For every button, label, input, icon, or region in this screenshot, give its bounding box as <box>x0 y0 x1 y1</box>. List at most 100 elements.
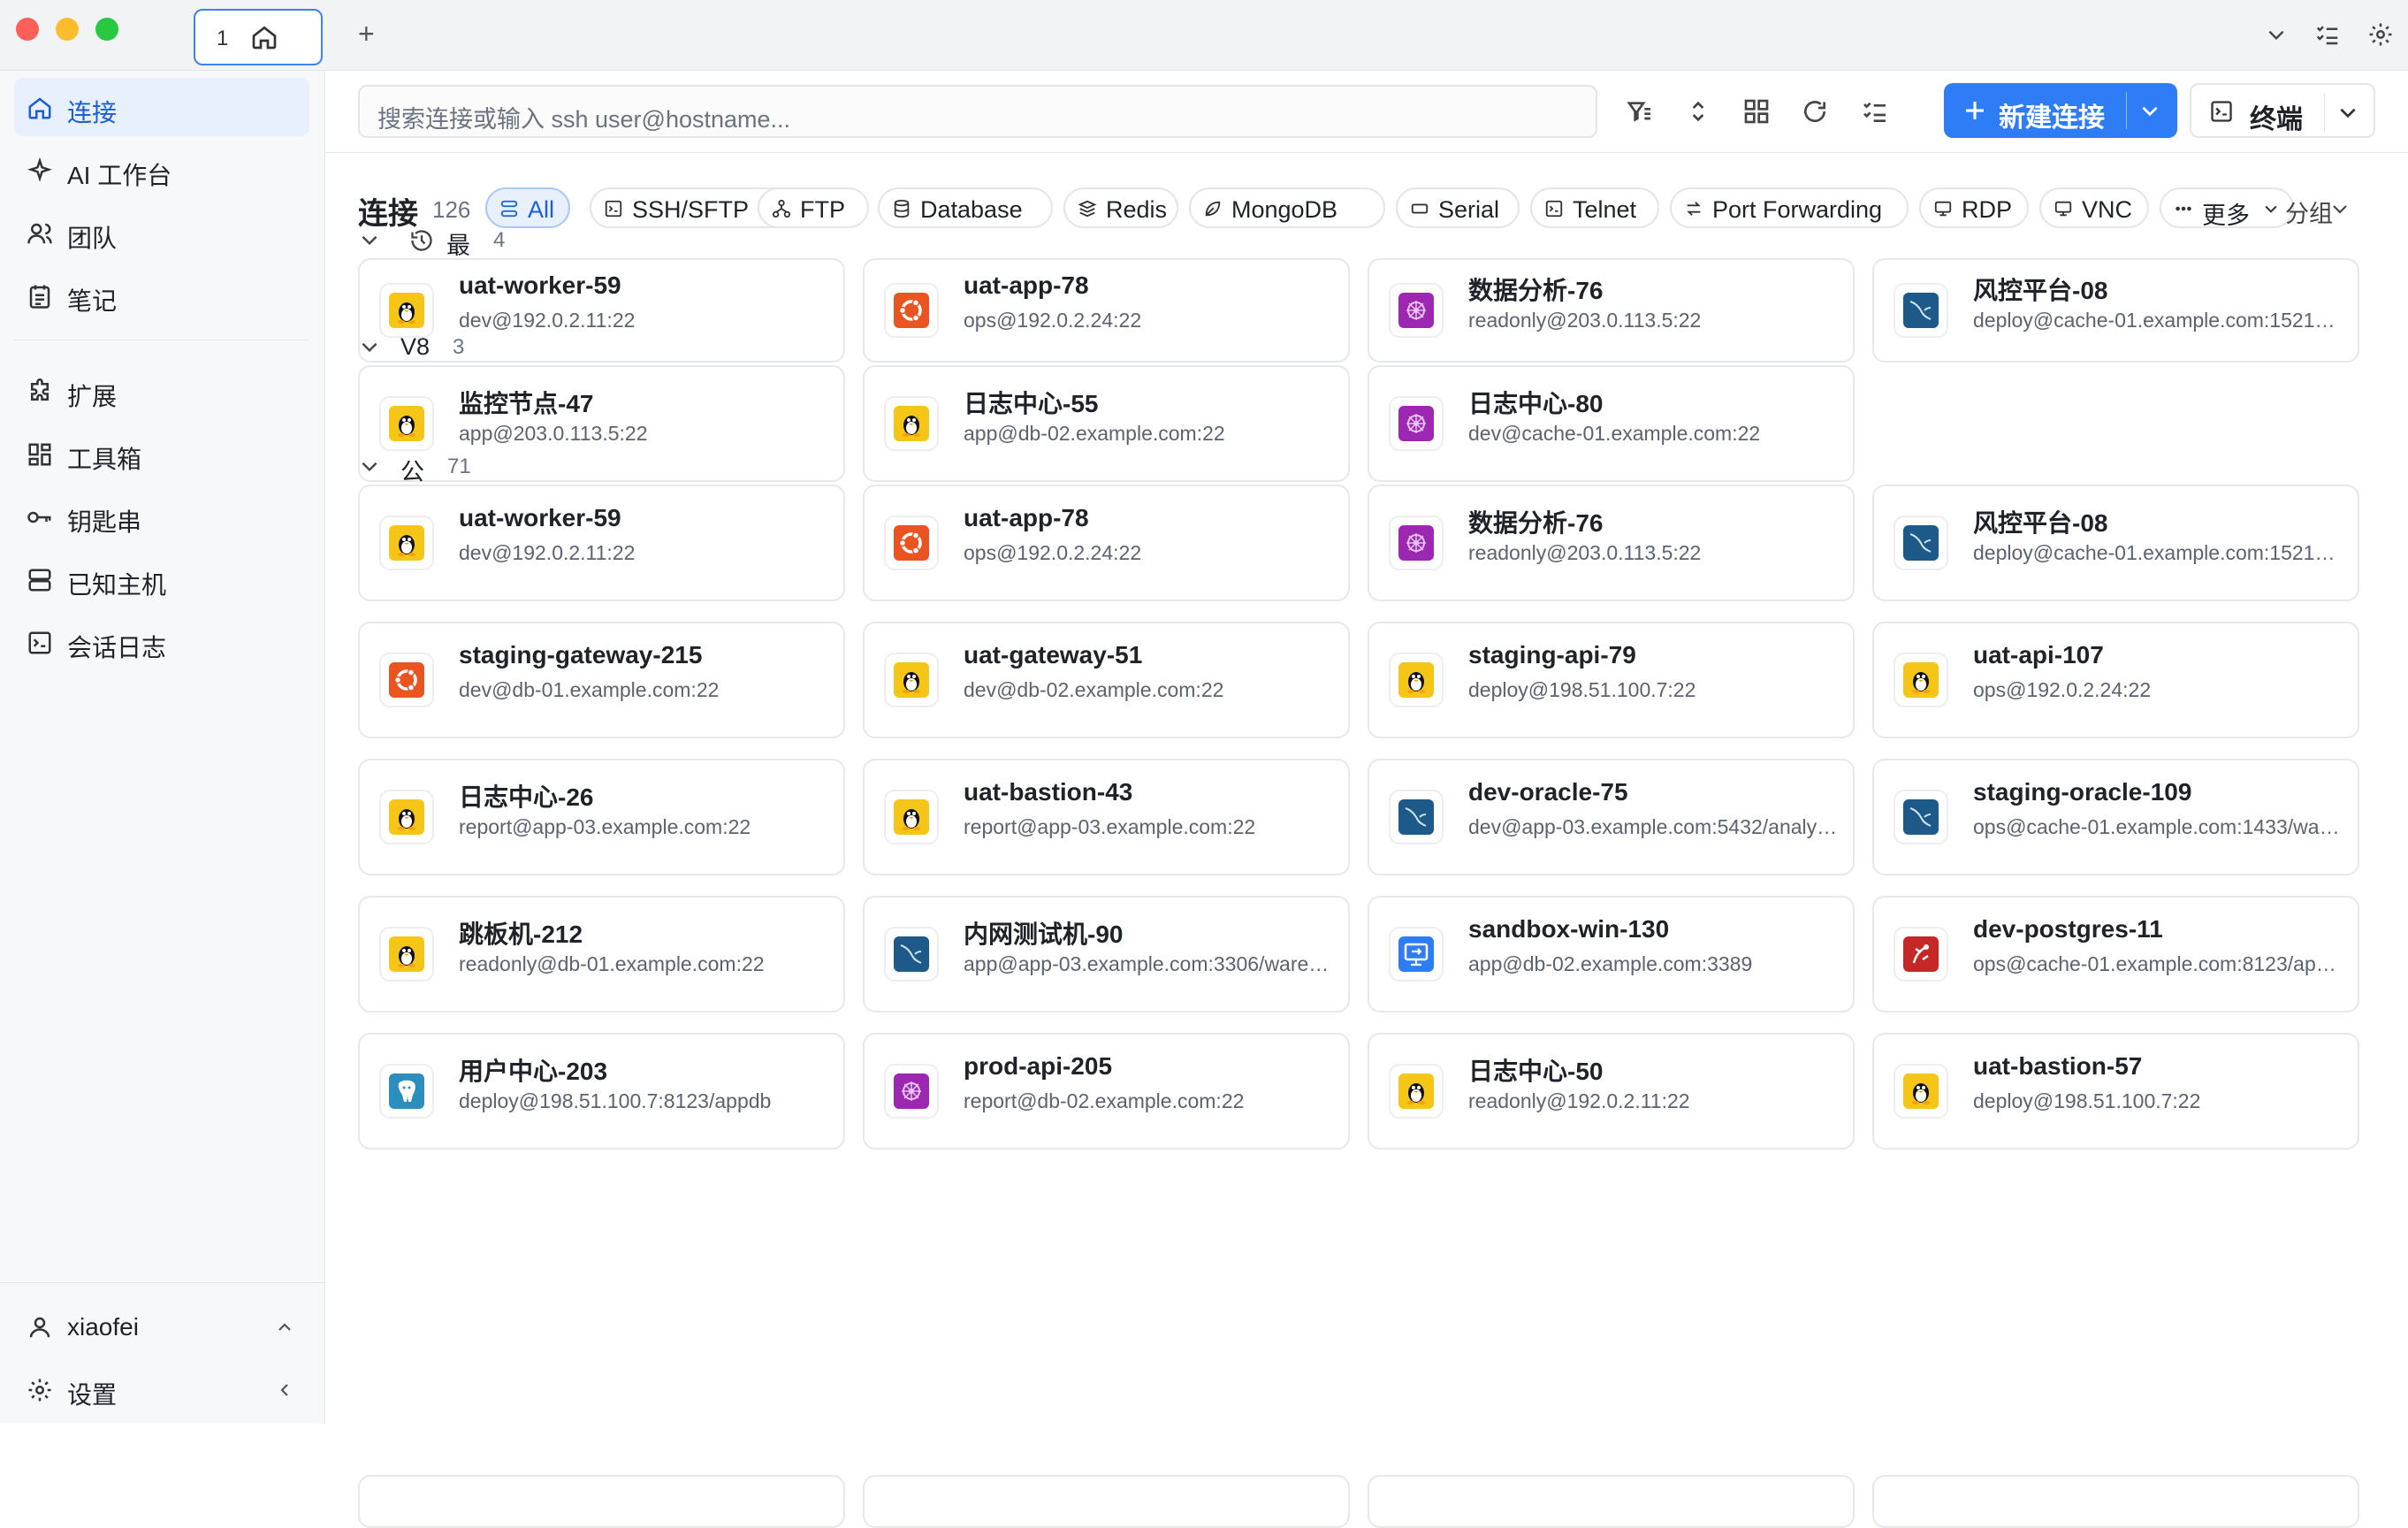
connection-card[interactable]: 监控节点-47 app@203.0.113.5:22 <box>358 365 845 482</box>
connection-name: prod-api-205 <box>964 1052 1113 1080</box>
chip-more[interactable]: 更多 <box>2160 187 2294 229</box>
connection-card[interactable]: sandbox-win-130 app@db-02.example.com:33… <box>1368 896 1855 1012</box>
grid-view-icon[interactable] <box>1742 97 1771 126</box>
list-check-icon[interactable] <box>2314 21 2341 48</box>
sidebar-item-toolbox[interactable]: 工具箱 <box>14 424 309 483</box>
filter-icon[interactable] <box>1626 97 1654 126</box>
connection-card[interactable]: uat-app-78 ops@192.0.2.24:22 <box>863 258 1350 363</box>
connection-address: dev@app-03.example.com:5432/analyt… <box>1468 815 1840 838</box>
chip-mongodb[interactable]: MongoDB <box>1189 187 1385 228</box>
user-menu[interactable]: xiaofei <box>14 1297 309 1356</box>
group-by-button[interactable]: 分组 <box>2285 195 2347 229</box>
connection-card[interactable]: uat-bastion-43 report@app-03.example.com… <box>863 759 1350 875</box>
connection-card[interactable]: 用户中心-203 deploy@198.51.100.7:8123/appdb <box>358 1033 845 1150</box>
list-check-icon[interactable] <box>1861 97 1889 126</box>
k8s-icon <box>1389 396 1444 451</box>
tab-home[interactable]: 1 <box>194 9 323 65</box>
connection-card[interactable]: staging-gateway-215 dev@db-01.example.co… <box>358 622 845 738</box>
chip-serial[interactable]: Serial <box>1396 187 1520 228</box>
connection-card[interactable]: uat-bastion-57 deploy@198.51.100.7:22 <box>1872 1033 2359 1150</box>
new-connection-button[interactable]: 新建连接 <box>1944 83 2177 138</box>
connection-card[interactable]: prod-api-205 report@db-02.example.com:22 <box>863 1033 1350 1150</box>
chip-vnc[interactable]: VNC <box>2039 187 2149 228</box>
sort-icon[interactable] <box>1684 97 1712 126</box>
chip-telnet[interactable]: Telnet <box>1530 187 1659 228</box>
connection-card[interactable]: 日志中心-50 readonly@192.0.2.11:22 <box>1368 1033 1855 1150</box>
new-tab-icon[interactable]: + <box>358 18 375 50</box>
close-window-button[interactable] <box>16 18 39 41</box>
connection-card[interactable]: 日志中心-55 app@db-02.example.com:22 <box>863 365 1350 482</box>
search-input[interactable]: 搜索连接或输入 ssh user@hostname... <box>358 85 1597 138</box>
chevron-down-icon[interactable] <box>358 228 381 251</box>
chip-port-forwarding-icon <box>1687 202 1701 216</box>
sidebar-item-extensions[interactable]: 扩展 <box>14 362 309 420</box>
connection-card[interactable] <box>1368 1475 1855 1528</box>
sidebar-item-ai-workbench[interactable]: AI 工作台 <box>14 141 309 199</box>
terminal-button[interactable]: 终端 <box>2190 83 2375 138</box>
connection-name: 内网测试机-90 <box>964 921 1124 948</box>
linux-icon <box>1389 653 1444 707</box>
connection-address: deploy@198.51.100.7:22 <box>1973 1089 2201 1112</box>
connection-card[interactable]: staging-api-79 deploy@198.51.100.7:22 <box>1368 622 1855 738</box>
connection-name: 日志中心-80 <box>1468 390 1604 417</box>
chip-label: Database <box>920 196 1023 223</box>
sidebar-item-connections[interactable]: 连接 <box>14 78 309 136</box>
sidebar-item-notes[interactable]: 笔记 <box>14 266 309 325</box>
connection-card[interactable]: 数据分析-76 readonly@203.0.113.5:22 <box>1368 258 1855 363</box>
sidebar-item-keychain[interactable]: 钥匙串 <box>14 487 309 546</box>
chevron-down-icon[interactable] <box>2336 101 2359 124</box>
chip-rdp[interactable]: RDP <box>1919 187 2029 228</box>
settings-button[interactable]: 设置 <box>14 1360 309 1418</box>
connection-card[interactable]: 日志中心-80 dev@cache-01.example.com:22 <box>1368 365 1855 482</box>
maximize-window-button[interactable] <box>95 18 118 41</box>
gear-icon[interactable] <box>2367 21 2394 48</box>
chip-more-icon <box>2176 206 2191 211</box>
puzzle-icon <box>31 378 49 401</box>
k8s-icon <box>1389 516 1444 570</box>
collapse-sidebar-icon[interactable] <box>274 1379 295 1401</box>
connection-card[interactable]: 风控平台-08 deploy@cache-01.example.com:1521… <box>1872 485 2359 601</box>
chevron-down-icon[interactable] <box>358 455 381 478</box>
chip-redis[interactable]: Redis <box>1063 187 1178 228</box>
connection-address: ops@cache-01.example.com:1433/war… <box>1973 815 2344 838</box>
chip-all[interactable]: All <box>485 187 570 228</box>
chip-database[interactable]: Database <box>878 187 1053 228</box>
connection-card[interactable]: uat-worker-59 dev@192.0.2.11:22 <box>358 258 845 363</box>
connection-card[interactable]: dev-oracle-75 dev@app-03.example.com:543… <box>1368 759 1855 875</box>
connection-card[interactable]: 跳板机-212 readonly@db-01.example.com:22 <box>358 896 845 1012</box>
connection-card[interactable]: uat-app-78 ops@192.0.2.24:22 <box>863 485 1350 601</box>
connection-card[interactable] <box>358 1475 845 1528</box>
chip-label: 更多 <box>2202 202 2250 229</box>
connection-card[interactable]: uat-api-107 ops@192.0.2.24:22 <box>1872 622 2359 738</box>
chip-ftp[interactable]: FTP <box>758 187 869 228</box>
sidebar-item-team[interactable]: 团队 <box>14 203 309 262</box>
connection-address: dev@cache-01.example.com:22 <box>1468 422 1761 445</box>
connection-card[interactable]: uat-gateway-51 dev@db-02.example.com:22 <box>863 622 1350 738</box>
connection-card[interactable] <box>1872 1475 2359 1528</box>
chip-vnc-icon <box>2054 201 2072 217</box>
connection-card[interactable]: uat-worker-59 dev@192.0.2.11:22 <box>358 485 845 601</box>
linux-icon <box>379 927 434 982</box>
connection-address: deploy@cache-01.example.com:1521… <box>1973 309 2336 332</box>
connection-card[interactable]: dev-postgres-11 ops@cache-01.example.com… <box>1872 896 2359 1012</box>
sidebar-item-label: 已知主机 <box>67 571 167 599</box>
connection-card[interactable]: 内网测试机-90 app@app-03.example.com:3306/war… <box>863 896 1350 1012</box>
connection-card[interactable]: 日志中心-26 report@app-03.example.com:22 <box>358 759 845 875</box>
connection-card[interactable]: 数据分析-76 readonly@203.0.113.5:22 <box>1368 485 1855 601</box>
refresh-icon[interactable] <box>1801 97 1829 126</box>
chevron-down-icon[interactable] <box>2265 23 2288 46</box>
chip-label: Redis <box>1106 196 1168 223</box>
chevron-down-icon[interactable] <box>358 335 381 358</box>
chevron-down-icon[interactable] <box>2138 99 2161 122</box>
connection-card[interactable]: 风控平台-08 deploy@cache-01.example.com:1521… <box>1872 258 2359 363</box>
chip-port-forwarding[interactable]: Port Forwarding <box>1670 187 1909 228</box>
sidebar-item-known-hosts[interactable]: 已知主机 <box>14 550 309 608</box>
connection-card[interactable] <box>863 1475 1350 1528</box>
connection-address: readonly@203.0.113.5:22 <box>1468 541 1702 564</box>
chip-label: RDP <box>1962 196 2013 223</box>
connection-name: 数据分析-76 <box>1468 277 1604 304</box>
sidebar-item-session-logs[interactable]: 会话日志 <box>14 613 309 671</box>
minimize-window-button[interactable] <box>56 18 79 41</box>
connection-card[interactable]: staging-oracle-109 ops@cache-01.example.… <box>1872 759 2359 875</box>
linux-icon <box>379 790 434 844</box>
